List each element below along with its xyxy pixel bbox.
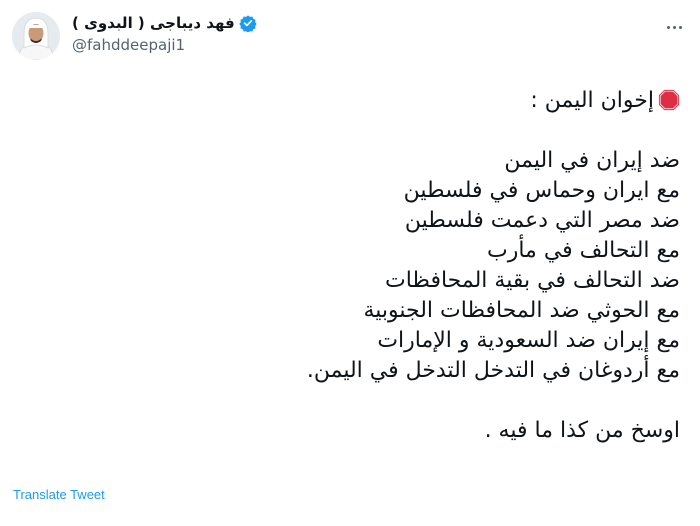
tweet-line: ضد التحالف في بقية المحافظات — [385, 268, 680, 293]
more-options-icon[interactable] — [662, 18, 686, 36]
tweet-closing-line: اوسخ من كذا ما فيه . — [484, 418, 680, 443]
tweet-line: مع الحوثي ضد المحافظات الجنوبية — [363, 298, 680, 323]
tweet-line: ضد مصر التي دعمت فلسطين — [404, 208, 680, 233]
tweet-line: مع إيران ضد السعودية و الإمارات — [377, 328, 680, 353]
user-handle[interactable]: @fahddeepaji1 — [72, 36, 257, 54]
tweet-line: مع التحالف في مأرب — [487, 238, 680, 263]
verified-badge-icon — [239, 15, 257, 32]
avatar-photo — [12, 12, 60, 60]
avatar[interactable] — [12, 12, 60, 60]
tweet-line: ضد إيران في اليمن — [504, 148, 680, 173]
tweet-heading-text: إخوان اليمن : — [530, 88, 654, 113]
author-block: فهد ديباجى ( البدوى ) @fahddeepaji1 — [72, 14, 257, 54]
tweet-heading: إخوان اليمن : — [20, 86, 680, 116]
tweet-text: إخوان اليمن : ضد إيران في اليمن مع ايران… — [20, 86, 680, 446]
tweet-header: فهد ديباجى ( البدوى ) @fahddeepaji1 — [12, 12, 688, 68]
display-name[interactable]: فهد ديباجى ( البدوى ) — [72, 14, 235, 32]
tweet-line: مع ايران وحماس في فلسطين — [403, 178, 680, 203]
display-name-row: فهد ديباجى ( البدوى ) — [72, 14, 257, 32]
translate-tweet-link[interactable]: Translate Tweet — [13, 487, 105, 502]
tweet-line: مع أردوغان في التدخل التدخل في اليمن. — [306, 358, 680, 383]
stop-sign-icon — [658, 89, 680, 111]
